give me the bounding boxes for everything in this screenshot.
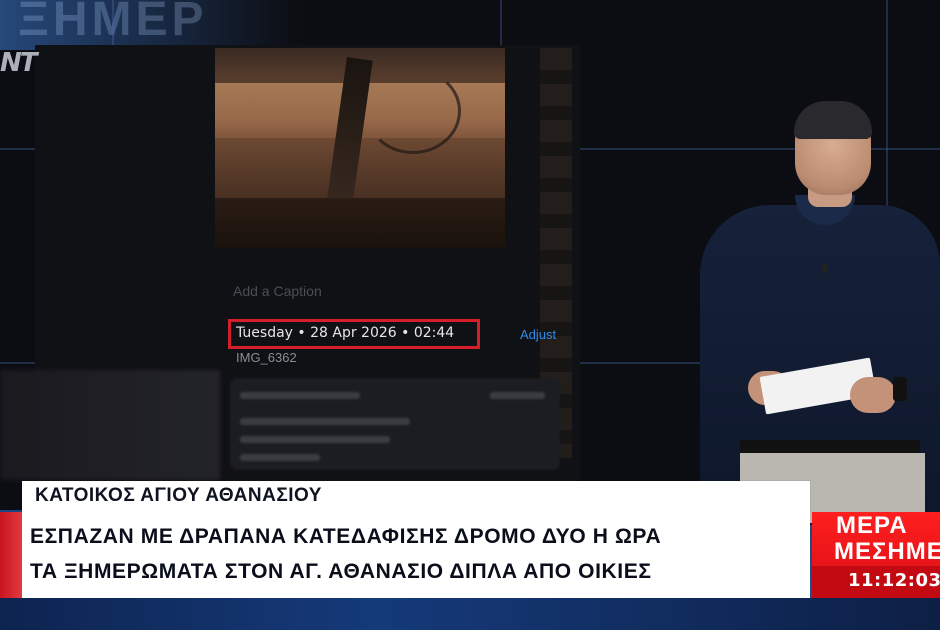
clock: 11:12:03 (848, 570, 940, 591)
channel-logo: NT (0, 48, 38, 78)
lower-third-kicker: ΚΑΤΟΙΚΟΣ ΑΓΙΟΥ ΑΘΑΝΑΣΙΟΥ (35, 485, 322, 506)
blurred-metadata-panel (230, 378, 560, 470)
photo-thumbnail (215, 48, 505, 248)
blurred-panel-left (0, 370, 220, 480)
hair (794, 101, 872, 139)
blurred-text (240, 436, 390, 443)
lapel-mic (822, 263, 828, 273)
blurred-text (490, 392, 545, 399)
adjust-link[interactable]: Adjust (520, 327, 556, 342)
presenter (700, 95, 940, 525)
belt (740, 440, 920, 454)
caption-placeholder[interactable]: Add a Caption (233, 283, 322, 299)
blurred-text (240, 418, 410, 425)
hand (850, 377, 896, 413)
ground (215, 198, 505, 248)
show-title-line-2: ΜΕΣΗΜΕ (834, 538, 940, 565)
show-title-line-1: ΜΕΡΑ (836, 512, 908, 539)
bottom-band (0, 598, 940, 630)
blurred-text (240, 454, 320, 461)
hose (365, 68, 461, 154)
image-filename: IMG_6362 (236, 350, 297, 365)
headline-line-2: ΤΑ ΞΗΜΕΡΩΜΑΤΑ ΣΤΟΝ ΑΓ. ΑΘΑΝΑΣΙΟ ΔΙΠΛΑ ΑΠ… (30, 560, 652, 583)
watch (893, 377, 907, 401)
lower-third-accent (0, 512, 22, 598)
headline-line-1: ΕΣΠΑΖΑΝ ΜΕ ΔΡΑΠΑΝΑ ΚΑΤΕΔΑΦΙΣΗΣ ΔΡΟΜΟ ΔΥΟ… (30, 525, 662, 548)
photo-datetime: Tuesday • 28 Apr 2026 • 02:44 (236, 325, 455, 341)
blurred-text (240, 392, 360, 399)
